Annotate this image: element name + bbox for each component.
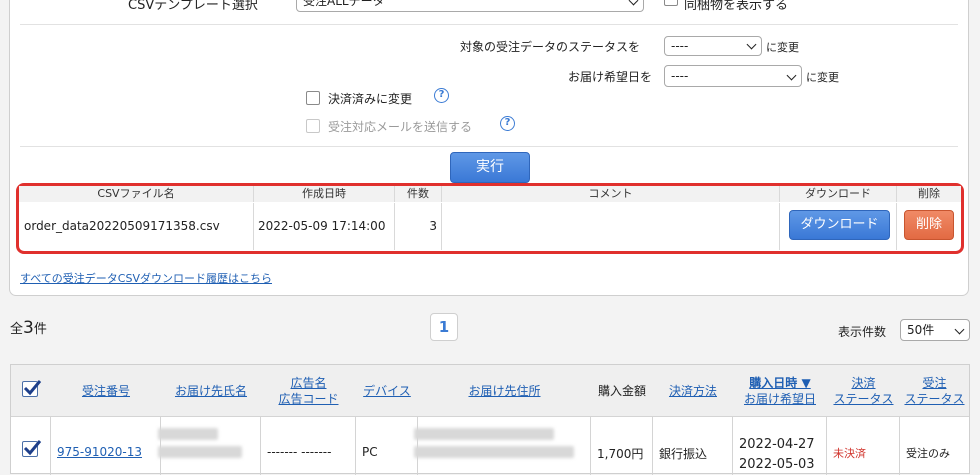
header-amount-label: 購入金額 bbox=[597, 383, 646, 398]
header-order-no[interactable]: 受注番号 bbox=[51, 365, 161, 417]
delete-button[interactable]: 削除 bbox=[904, 210, 954, 240]
status-change-suffix: に変更 bbox=[766, 41, 799, 54]
help-icon[interactable]: ? bbox=[500, 116, 515, 131]
csv-count: 3 bbox=[395, 203, 442, 250]
total-count: 全3件 bbox=[10, 318, 47, 338]
status-change-label: 対象の受注データのステータスを bbox=[460, 40, 641, 54]
chevron-down-icon bbox=[746, 39, 757, 50]
header-device-label[interactable]: デバイス bbox=[363, 383, 411, 399]
csv-header-comment: コメント bbox=[442, 186, 780, 202]
csv-comment bbox=[442, 203, 780, 250]
header-pay-status[interactable]: 決済 ステータス bbox=[827, 365, 900, 417]
header-order-status-label-2[interactable]: ステータス bbox=[904, 391, 964, 407]
header-ad-code-label[interactable]: 広告コード bbox=[278, 391, 338, 407]
header-delivery-date-label[interactable]: お届け希望日 bbox=[744, 391, 816, 407]
header-address[interactable]: お届け先住所 bbox=[418, 365, 591, 417]
order-payment: 銀行振込 bbox=[659, 447, 708, 461]
csv-filename: order_data20220509171358.csv bbox=[19, 203, 254, 250]
divider bbox=[20, 24, 958, 25]
mark-paid-label: 決済済みに変更 bbox=[328, 92, 413, 106]
delivery-date-suffix: に変更 bbox=[806, 71, 839, 84]
order-number-link[interactable]: 975-91020-13 bbox=[51, 417, 161, 475]
template-select-value: 受注ALLデータ bbox=[303, 0, 385, 8]
per-page-select[interactable]: 50件 bbox=[900, 319, 970, 341]
select-all-checkbox[interactable] bbox=[22, 380, 42, 397]
csv-created: 2022-05-09 17:14:00 bbox=[254, 203, 395, 250]
show-bundle-label: 同梱物を表示する bbox=[684, 0, 789, 13]
total-prefix: 全 bbox=[10, 322, 24, 337]
header-address-label[interactable]: お届け先住所 bbox=[468, 383, 540, 399]
csv-header-created: 作成日時 bbox=[254, 186, 395, 202]
mark-paid-checkbox[interactable] bbox=[306, 91, 320, 105]
csv-header-count: 件数 bbox=[395, 186, 442, 202]
csv-header-delete: 削除 bbox=[897, 186, 961, 202]
total-suffix: 件 bbox=[33, 322, 47, 337]
help-icon[interactable]: ? bbox=[434, 88, 449, 103]
row-checkbox[interactable] bbox=[22, 440, 42, 457]
header-amount: 購入金額 bbox=[591, 365, 653, 417]
status-select[interactable]: ---- bbox=[664, 36, 762, 56]
delivery-date-select[interactable]: ---- bbox=[664, 65, 802, 87]
send-mail-label: 受注対応メールを送信する bbox=[328, 120, 473, 134]
download-button[interactable]: ダウンロード bbox=[789, 210, 890, 240]
divider bbox=[20, 146, 958, 147]
checkmark-icon bbox=[23, 380, 42, 396]
chevron-down-icon bbox=[786, 70, 797, 81]
csv-header-download: ダウンロード bbox=[780, 186, 897, 202]
total-number: 3 bbox=[23, 318, 34, 338]
header-payment-label[interactable]: 決済方法 bbox=[669, 383, 717, 399]
execute-button[interactable]: 実行 bbox=[450, 152, 530, 183]
show-bundle-checkbox[interactable] bbox=[664, 0, 678, 6]
delivery-date-label: お届け希望日を bbox=[568, 70, 653, 84]
chevron-down-icon bbox=[954, 324, 965, 335]
order-delivery-date: 2022-05-03 bbox=[739, 457, 815, 472]
template-label: CSVテンプレート選択 bbox=[128, 0, 258, 13]
order-purchase-date: 2022-04-27 bbox=[739, 437, 815, 452]
header-ad[interactable]: 広告名 広告コード bbox=[261, 365, 356, 417]
header-date-label[interactable]: 購入日時 ▼ bbox=[749, 375, 810, 391]
order-number[interactable]: 975-91020-13 bbox=[57, 445, 142, 459]
order-pay-status: 未決済 bbox=[833, 447, 866, 460]
order-amount: 1,700円 bbox=[597, 447, 644, 461]
header-pay-status-label-2[interactable]: ステータス bbox=[833, 391, 893, 407]
chevron-down-icon bbox=[628, 0, 639, 6]
status-select-value: ---- bbox=[671, 39, 689, 53]
send-mail-checkbox[interactable] bbox=[306, 119, 320, 133]
download-history-link[interactable]: すべての受注データCSVダウンロード履歴はこちら bbox=[20, 270, 272, 286]
header-pay-status-label-1[interactable]: 決済 bbox=[851, 375, 875, 391]
redacted-name bbox=[158, 428, 218, 440]
per-page-select-value: 50件 bbox=[907, 323, 935, 337]
order-device: PC bbox=[362, 445, 378, 459]
redacted-address bbox=[414, 428, 554, 440]
template-select[interactable]: 受注ALLデータ bbox=[296, 0, 644, 12]
header-order-status-label-1[interactable]: 受注 bbox=[922, 375, 946, 391]
header-order-status[interactable]: 受注 ステータス bbox=[900, 365, 969, 417]
order-status: 受注のみ bbox=[906, 447, 950, 460]
checkmark-icon bbox=[23, 440, 42, 456]
header-ad-name-label[interactable]: 広告名 bbox=[290, 375, 326, 391]
per-page-label: 表示件数 bbox=[838, 325, 887, 339]
header-date[interactable]: 購入日時 ▼ お届け希望日 bbox=[733, 365, 827, 417]
header-device[interactable]: デバイス bbox=[356, 365, 418, 417]
header-order-no-label[interactable]: 受注番号 bbox=[82, 383, 130, 399]
csv-header-filename: CSVファイル名 bbox=[19, 186, 254, 202]
pagination-page-1[interactable]: 1 bbox=[430, 313, 458, 341]
redacted-address bbox=[414, 446, 574, 458]
order-date: 2022-04-27 2022-05-03 bbox=[733, 417, 827, 475]
delivery-date-select-value: ---- bbox=[671, 69, 689, 83]
redacted-name bbox=[158, 446, 242, 458]
header-payment[interactable]: 決済方法 bbox=[653, 365, 733, 417]
header-name[interactable]: お届け先氏名 bbox=[161, 365, 261, 417]
order-ad: ------- ------- bbox=[267, 445, 332, 459]
header-name-label[interactable]: お届け先氏名 bbox=[175, 383, 247, 399]
